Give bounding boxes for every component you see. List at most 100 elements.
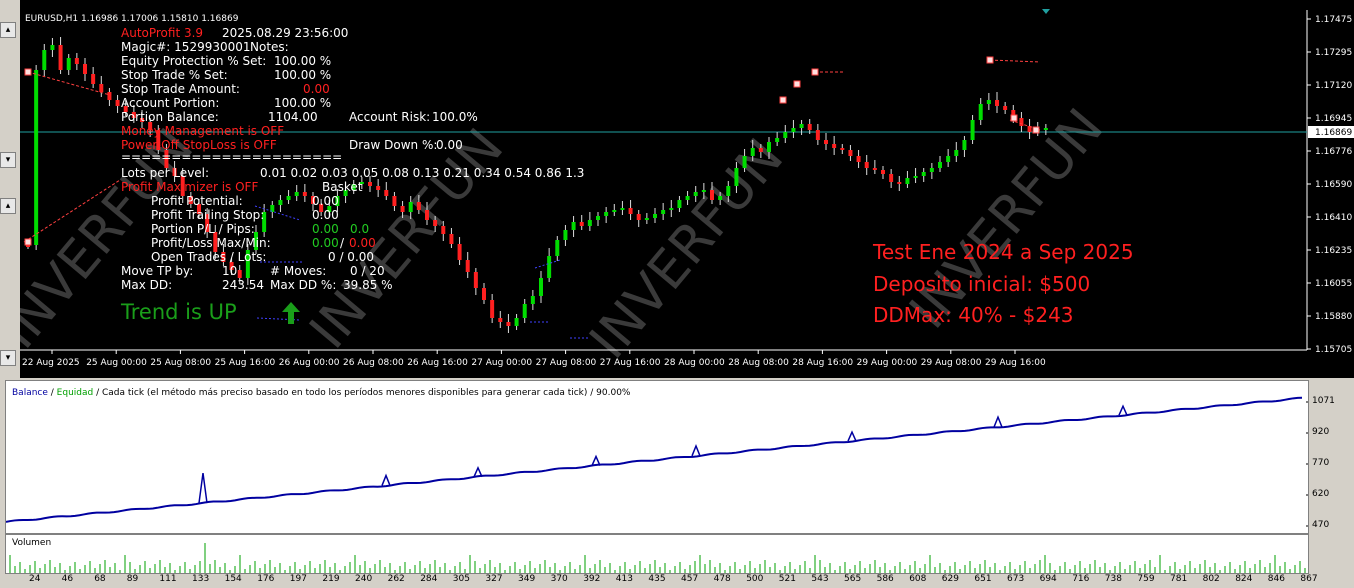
bear-candle bbox=[449, 234, 454, 244]
time-label: 25 Aug 00:00 bbox=[86, 358, 147, 368]
bull-candle bbox=[685, 196, 690, 200]
tester-x-label: 392 bbox=[583, 574, 601, 584]
bull-candle bbox=[50, 45, 55, 50]
profit-trailing-label: Profit Trailing Stop: bbox=[151, 208, 265, 222]
trade-marker bbox=[24, 238, 32, 246]
annotation-deposit: Deposito inicial: $500 bbox=[873, 272, 1091, 296]
time-label: 25 Aug 08:00 bbox=[150, 358, 211, 368]
time-label: 25 Aug 16:00 bbox=[215, 358, 276, 368]
bull-candle bbox=[1043, 128, 1048, 130]
ea-name: AutoProfit 3.9 bbox=[121, 26, 204, 40]
volume-canvas bbox=[9, 543, 1306, 573]
bull-candle bbox=[954, 150, 959, 156]
bull-candle bbox=[644, 218, 649, 220]
moves-label: # Moves: bbox=[270, 264, 327, 278]
bull-candle bbox=[921, 172, 926, 176]
time-label: 27 Aug 16:00 bbox=[600, 358, 661, 368]
bull-candle bbox=[286, 196, 291, 200]
bull-candle bbox=[970, 120, 975, 140]
bear-candle bbox=[237, 270, 242, 278]
max-dd-value: 243.54 bbox=[222, 278, 264, 292]
time-label: 26 Aug 08:00 bbox=[343, 358, 404, 368]
chevron-up-icon[interactable]: ▴ bbox=[0, 22, 16, 38]
tester-x-label: 867 bbox=[1300, 574, 1318, 584]
tester-x-label: 608 bbox=[909, 574, 927, 584]
chevron-down-icon[interactable]: ▾ bbox=[0, 152, 16, 168]
bear-candle bbox=[91, 74, 96, 84]
bear-candle bbox=[384, 190, 389, 196]
volume-panel: Volumen bbox=[5, 534, 1309, 574]
separator-line: ====================== bbox=[121, 150, 343, 164]
profit-potential-label: Profit Potential: bbox=[151, 194, 243, 208]
bear-candle bbox=[815, 130, 820, 140]
bear-candle bbox=[1003, 106, 1008, 110]
profit-loss-separator: / bbox=[340, 236, 345, 250]
account-risk-value: 100.0% bbox=[432, 110, 478, 124]
account-portion-value: 100.00 % bbox=[274, 96, 332, 110]
bull-candle bbox=[701, 190, 706, 192]
bear-candle bbox=[302, 192, 307, 196]
tester-x-label: 89 bbox=[126, 574, 139, 584]
bull-candle bbox=[530, 296, 535, 304]
tester-x-label: 651 bbox=[974, 574, 992, 584]
bull-candle bbox=[718, 196, 723, 200]
time-label: 28 Aug 00:00 bbox=[664, 358, 725, 368]
tester-x-label: 349 bbox=[518, 574, 536, 584]
bear-candle bbox=[74, 58, 79, 64]
chevron-down-icon[interactable]: ▾ bbox=[0, 350, 16, 366]
bear-candle bbox=[368, 182, 372, 186]
tester-x-label: 370 bbox=[550, 574, 568, 584]
bear-candle bbox=[490, 300, 495, 318]
balance-panel: Balance / Equidad / Cada tick (el método… bbox=[5, 380, 1309, 534]
tester-x-label: 68 bbox=[94, 574, 106, 584]
bull-candle bbox=[34, 70, 39, 245]
stop-trade-amount-label: Stop Trade Amount: bbox=[121, 82, 240, 96]
watermark-text: INVERFUN bbox=[579, 128, 796, 370]
bull-candle bbox=[596, 216, 600, 220]
bear-candle bbox=[115, 100, 120, 106]
tester-x-label: 133 bbox=[192, 574, 210, 584]
portion-balance-label: Portion Balance: bbox=[121, 110, 219, 124]
tester-x-label: 197 bbox=[289, 574, 307, 584]
bear-candle bbox=[832, 144, 837, 148]
trade-marker bbox=[793, 80, 801, 88]
bear-candle bbox=[864, 162, 869, 168]
bull-candle bbox=[571, 222, 576, 230]
price-chart[interactable]: INVERFUN INVERFUN INVERFUN INVERFUN 1.17475 1… bbox=[20, 0, 1354, 378]
bear-candle bbox=[579, 222, 584, 226]
price-label: 1.17295 bbox=[1315, 48, 1352, 58]
portion-pl-label: Portion P/L / Pips: bbox=[151, 222, 255, 236]
bear-candle bbox=[107, 92, 112, 100]
max-dd-label: Max DD: bbox=[121, 278, 173, 292]
max-dd-pct-value: 39.85 % bbox=[343, 278, 393, 292]
bull-candle bbox=[913, 176, 918, 178]
move-tp-value: 10 bbox=[222, 264, 238, 278]
legend-balance: Balance bbox=[12, 388, 48, 398]
shift-marker-icon bbox=[1042, 9, 1050, 14]
bull-candle bbox=[726, 186, 731, 196]
tester-x-label: 565 bbox=[844, 574, 862, 584]
ea-magic: Magic#: 1529930001 bbox=[121, 40, 251, 54]
equity-spike bbox=[1118, 404, 1128, 416]
chart-header: EURUSD,H1 1.16986 1.17006 1.15810 1.1686… bbox=[25, 14, 239, 24]
tester-x-label: 435 bbox=[648, 574, 666, 584]
price-label: 1.16776 bbox=[1315, 147, 1352, 157]
tester-x-label: 629 bbox=[941, 574, 959, 584]
chevron-up-icon[interactable]: ▴ bbox=[0, 198, 16, 214]
ea-notes: Notes: bbox=[250, 40, 289, 54]
bull-candle bbox=[42, 50, 47, 70]
price-label: 1.16055 bbox=[1315, 279, 1352, 289]
balance-y-label: 920 bbox=[1312, 427, 1330, 437]
tester-x-label: 24 bbox=[29, 574, 41, 584]
bull-candle bbox=[555, 240, 560, 256]
time-label: 27 Aug 08:00 bbox=[536, 358, 597, 368]
bull-candle bbox=[66, 58, 71, 70]
time-label: 27 Aug 00:00 bbox=[471, 358, 532, 368]
bull-candle bbox=[408, 202, 413, 212]
account-risk-label: Account Risk: bbox=[349, 110, 431, 124]
tester-x-label: 240 bbox=[355, 574, 373, 584]
move-tp-label: Move TP by: bbox=[121, 264, 194, 278]
current-price-label: 1.16869 bbox=[1315, 128, 1352, 138]
price-label: 1.16410 bbox=[1315, 213, 1352, 223]
equity-protection-value: 100.00 % bbox=[274, 54, 332, 68]
